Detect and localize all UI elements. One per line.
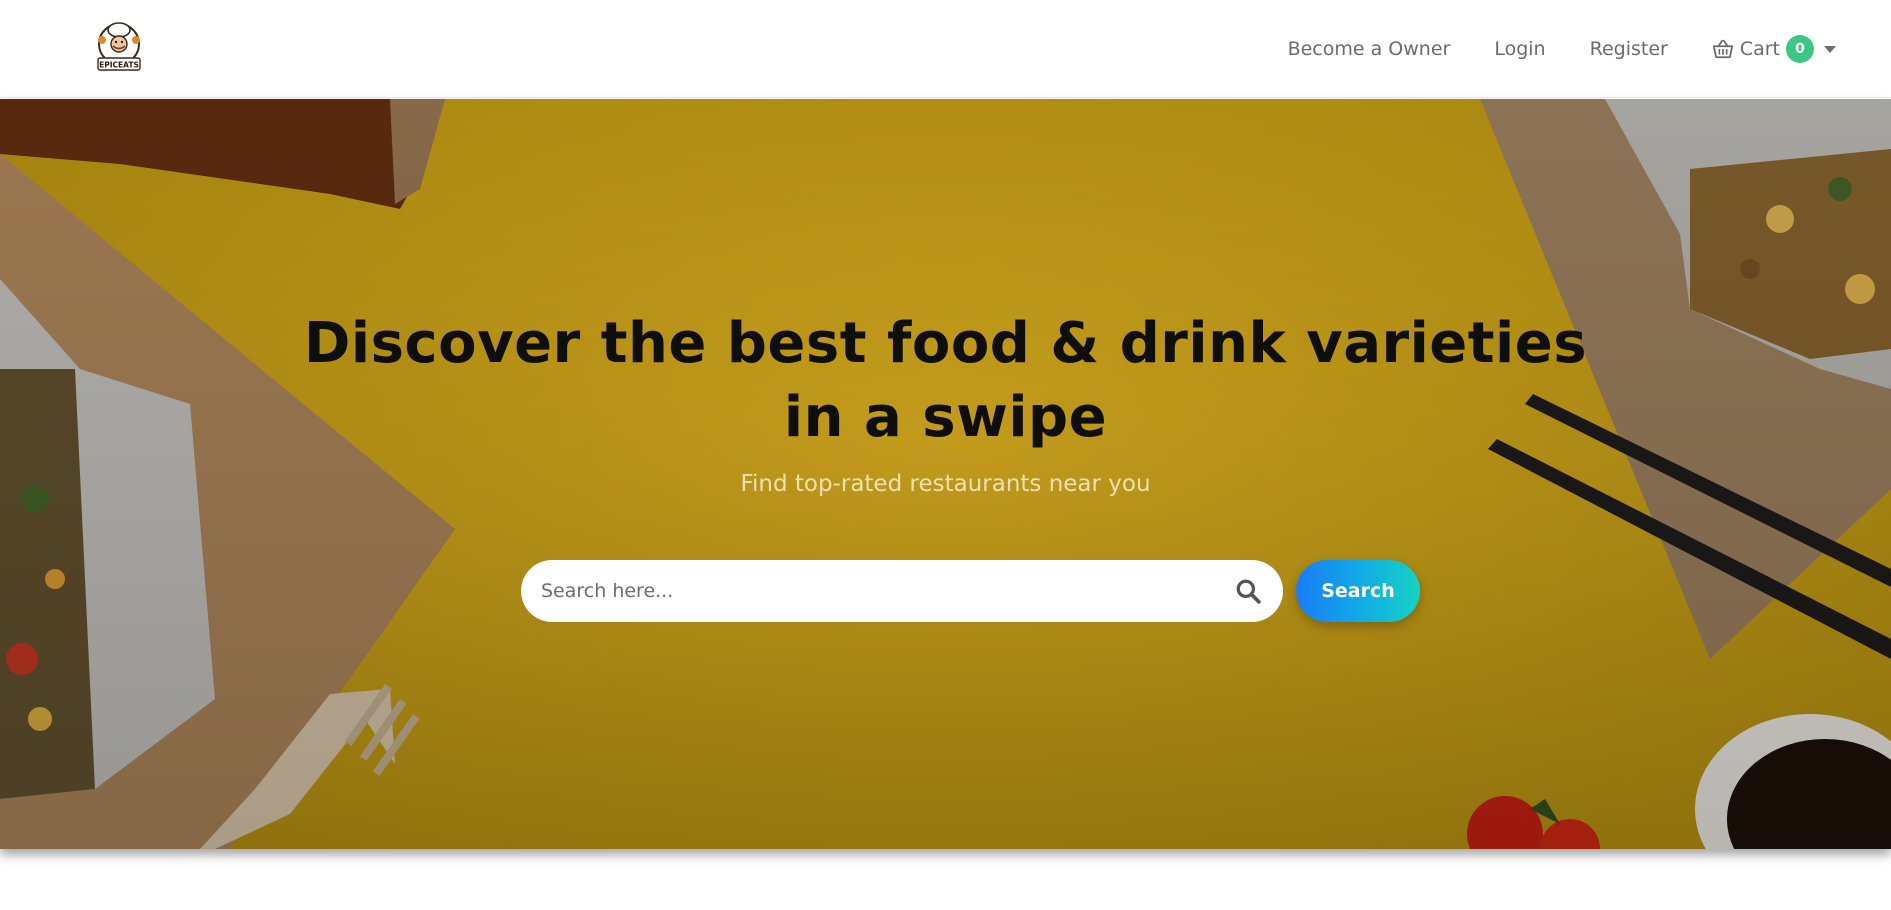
hero-title: Discover the best food & drink varieties… [0,307,1891,455]
hero-subtitle: Find top-rated restaurants near you [740,471,1151,497]
chevron-down-icon [1824,45,1836,53]
hero-title-line-1: Discover the best food & drink varieties [303,311,1588,376]
cart-count-badge: 0 [1786,35,1814,63]
search-input[interactable] [541,571,1181,611]
cart-label: Cart [1739,38,1780,60]
nav-login-link[interactable]: Login [1494,38,1545,60]
search-icon[interactable] [1235,578,1261,604]
navbar: EPICEATS Become a Owner Login Register C… [0,0,1891,98]
hero-title-line-2: in a swipe [783,385,1108,450]
search-button[interactable]: Search [1296,560,1420,622]
cart-dropdown[interactable]: Cart 0 [1712,35,1836,63]
hero-banner: Discover the best food & drink varieties… [0,99,1891,849]
nav-become-owner-link[interactable]: Become a Owner [1288,38,1451,60]
chef-logo-icon[interactable]: EPICEATS [96,20,142,74]
basket-icon [1712,39,1733,59]
nav-register-link[interactable]: Register [1590,38,1668,60]
search-bar [521,560,1283,622]
nav-links: Become a Owner Login Register Cart 0 [1244,0,1836,98]
logo-text: EPICEATS [99,61,139,70]
